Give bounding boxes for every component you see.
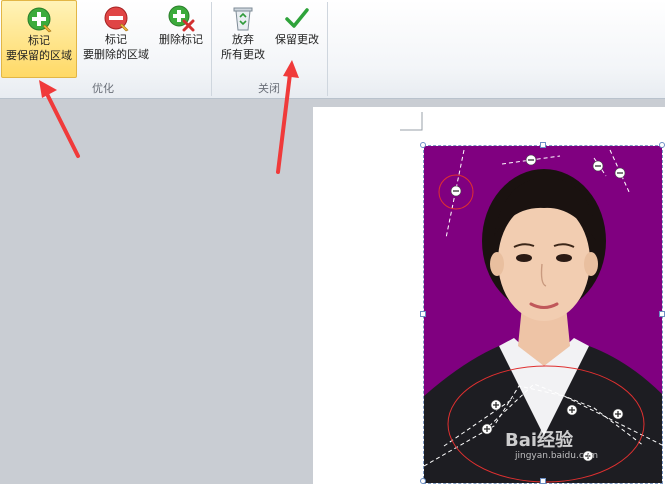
resize-handle-bl[interactable] [420, 478, 426, 484]
annotation-arrow-icon [276, 60, 299, 174]
group-separator [327, 2, 328, 96]
resize-handle-top[interactable] [540, 142, 546, 148]
checkmark-icon [285, 8, 309, 28]
delete-mark-label: 删除标记 [159, 33, 203, 46]
recycle-bin-icon [233, 7, 253, 31]
resize-handle-tr[interactable] [659, 142, 665, 148]
delete-mark-button[interactable]: 删除标记 [155, 0, 207, 78]
minus-pencil-icon [104, 6, 129, 32]
mark-keep-button[interactable]: 标记 要保留的区域 [1, 0, 77, 78]
watermark-url: jingyan.baidu.com [515, 451, 599, 461]
discard-label-2: 所有更改 [221, 48, 265, 61]
keep-changes-label: 保留更改 [275, 33, 319, 46]
resize-handle-tl[interactable] [420, 142, 426, 148]
mark-keep-label-1: 标记 [28, 34, 50, 47]
mark-keep-label-2: 要保留的区域 [6, 49, 72, 62]
group-label-optimize: 优化 [92, 82, 114, 95]
delete-mark-icon [168, 5, 195, 32]
mark-remove-button[interactable]: 标记 要删除的区域 [80, 0, 152, 78]
discard-label-1: 放弃 [232, 33, 254, 46]
discard-changes-button[interactable]: 放弃 所有更改 [216, 0, 270, 78]
resize-handle-left[interactable] [420, 311, 426, 317]
page-margin-corner [400, 112, 423, 131]
resize-handle-bottom[interactable] [540, 478, 546, 484]
watermark-logo: Bai经验 [505, 430, 574, 451]
plus-pencil-icon [27, 7, 52, 33]
mark-remove-label-2: 要删除的区域 [83, 48, 149, 61]
annotation-arrow-icon [39, 80, 80, 158]
mark-remove-label-1: 标记 [105, 33, 127, 46]
resize-handle-right[interactable] [659, 311, 665, 317]
ribbon-toolbar: 标记 要保留的区域 标记 要删除的区域 删除标记 优化 放弃 所有更改 保留更改… [0, 0, 665, 99]
group-separator [211, 2, 212, 96]
